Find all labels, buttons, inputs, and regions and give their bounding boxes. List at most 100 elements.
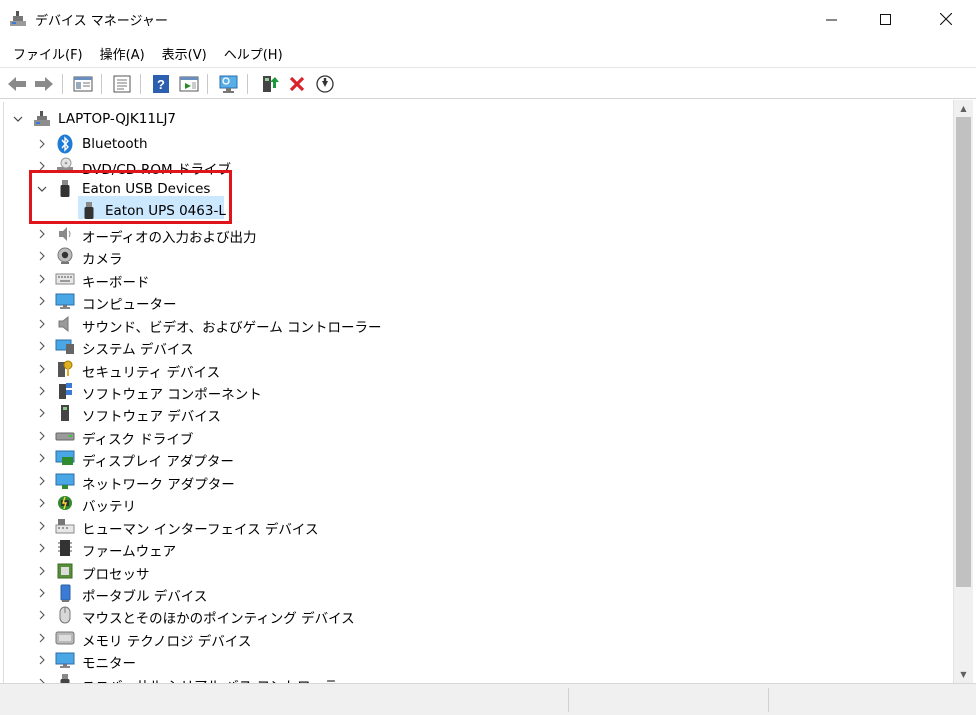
expand-collapse-chevron[interactable] [36, 654, 48, 666]
tree-item-label[interactable]: ユニバーサル シリアル バス コントローラー [82, 675, 351, 683]
minimize-button[interactable] [804, 0, 858, 38]
chevron-right-icon [39, 543, 45, 553]
close-button[interactable] [915, 0, 976, 38]
uninstall-device-button[interactable] [285, 72, 309, 96]
expand-collapse-chevron[interactable] [36, 587, 48, 599]
forward-button[interactable] [32, 72, 56, 96]
chevron-right-icon [39, 319, 45, 328]
tree-item-label[interactable]: セキュリティ デバイス [82, 361, 220, 381]
properties-button[interactable] [110, 72, 134, 96]
status-pane [568, 688, 768, 712]
tree-item-label[interactable]: ネットワーク アダプター [82, 473, 235, 493]
tree-item-label[interactable]: ポータブル デバイス [82, 585, 207, 605]
scroll-thumb[interactable] [956, 117, 971, 587]
expand-collapse-chevron[interactable] [36, 475, 48, 487]
show-hide-console-tree-icon [73, 76, 93, 92]
status-bar [0, 683, 976, 715]
device-manager-icon [10, 11, 26, 26]
expand-collapse-chevron[interactable] [36, 138, 48, 150]
tree-item-label[interactable]: Bluetooth [82, 136, 148, 152]
expand-collapse-chevron[interactable] [36, 542, 48, 554]
expand-collapse-chevron[interactable] [36, 228, 48, 240]
speaker-icon [55, 314, 75, 334]
disk-drive-icon [55, 426, 75, 446]
tree-item-label[interactable]: キーボード [82, 271, 150, 291]
software-component-icon [55, 381, 75, 401]
tree-item-label[interactable]: メモリ テクノロジ デバイス [82, 630, 251, 650]
tree-item-label[interactable]: ソフトウェア デバイス [82, 405, 221, 425]
scroll-down-arrow[interactable]: ▼ [954, 666, 973, 683]
console-tree-button[interactable] [71, 72, 95, 96]
expand-collapse-chevron[interactable] [36, 632, 48, 644]
expand-collapse-chevron[interactable] [36, 497, 48, 509]
display-adapter-icon [55, 448, 75, 468]
help-button[interactable]: ? [149, 72, 173, 96]
menu-view[interactable]: 表示(V) [155, 41, 214, 66]
expand-collapse-chevron[interactable] [36, 318, 48, 330]
chevron-right-icon [39, 229, 45, 239]
tree-item-label[interactable]: サウンド、ビデオ、およびゲーム コントローラー [82, 316, 382, 336]
tree-item-label[interactable]: ファームウェア [82, 540, 176, 560]
tree-item-label[interactable]: ディスプレイ アダプター [82, 450, 234, 470]
chevron-right-icon [39, 251, 45, 261]
menu-help[interactable]: ヘルプ(H) [217, 41, 290, 66]
scan-hardware-button[interactable] [217, 72, 241, 96]
update-driver-icon [263, 76, 279, 92]
expand-collapse-chevron[interactable] [36, 407, 48, 419]
scroll-up-arrow[interactable]: ▲ [954, 100, 973, 117]
expand-collapse-chevron[interactable] [36, 565, 48, 577]
close-icon [939, 13, 952, 25]
expand-collapse-chevron[interactable] [12, 113, 24, 125]
tree-root-label[interactable]: LAPTOP-QJK11LJ7 [58, 111, 176, 127]
expand-collapse-chevron[interactable] [36, 452, 48, 464]
tree-item-label[interactable]: ディスク ドライブ [82, 428, 193, 448]
tree-item-label[interactable]: ヒューマン インターフェイス デバイス [82, 518, 318, 538]
window-title: デバイス マネージャー [35, 14, 168, 29]
tree-item-label[interactable]: カメラ [82, 248, 123, 268]
maximize-icon [879, 13, 891, 25]
tree-item-label[interactable]: コンピューター [82, 293, 177, 313]
update-driver-button[interactable] [257, 72, 281, 96]
chevron-down-icon [13, 116, 23, 122]
expand-collapse-chevron[interactable] [36, 250, 48, 262]
menu-action[interactable]: 操作(A) [93, 41, 152, 66]
bluetooth-icon [55, 134, 75, 154]
tree-item-label[interactable]: プロセッサ [82, 563, 150, 583]
tree-item-label[interactable]: バッテリ [82, 495, 136, 515]
expand-collapse-chevron[interactable] [36, 520, 48, 532]
maximize-button[interactable] [858, 0, 912, 38]
tree-item-label[interactable]: マウスとそのほかのポインティング デバイス [82, 607, 355, 627]
back-button[interactable] [5, 72, 29, 96]
device-tree[interactable]: LAPTOP-QJK11LJ7 Bluetooth DVD/CD-ROM ドライブ… [3, 102, 953, 683]
menu-file[interactable]: ファイル(F) [6, 41, 90, 66]
hid-icon [55, 516, 75, 536]
expand-collapse-chevron[interactable] [36, 340, 48, 352]
forward-arrow-icon [35, 77, 53, 91]
expand-collapse-chevron[interactable] [36, 295, 48, 307]
chevron-right-icon [39, 341, 45, 351]
svg-text:?: ? [157, 77, 165, 92]
status-pane [768, 688, 973, 712]
tree-item-label[interactable]: システム デバイス [82, 338, 193, 358]
action-pane-button[interactable] [177, 72, 201, 96]
chevron-right-icon [39, 409, 45, 418]
chevron-right-icon [39, 633, 45, 643]
vertical-scrollbar[interactable]: ▲ ▼ [953, 100, 973, 683]
annotation-highlight-box [29, 170, 232, 224]
expand-collapse-chevron[interactable] [36, 609, 48, 621]
expand-collapse-chevron[interactable] [36, 273, 48, 285]
scan-hardware-changes-icon [219, 75, 238, 93]
tree-item-label[interactable]: ソフトウェア コンポーネント [82, 383, 262, 403]
chevron-right-icon [39, 296, 45, 306]
tree-item-label[interactable]: モニター [82, 652, 136, 672]
disable-device-button[interactable] [313, 72, 337, 96]
software-device-icon [55, 403, 75, 423]
toolbar-separator [207, 74, 208, 94]
expand-collapse-chevron[interactable] [36, 363, 48, 375]
chevron-right-icon [39, 521, 45, 531]
tree-item-label[interactable]: オーディオの入力および出力 [82, 226, 257, 246]
disable-device-icon [316, 75, 334, 93]
toolbar-separator [247, 74, 248, 94]
expand-collapse-chevron[interactable] [36, 430, 48, 442]
expand-collapse-chevron[interactable] [36, 385, 48, 397]
